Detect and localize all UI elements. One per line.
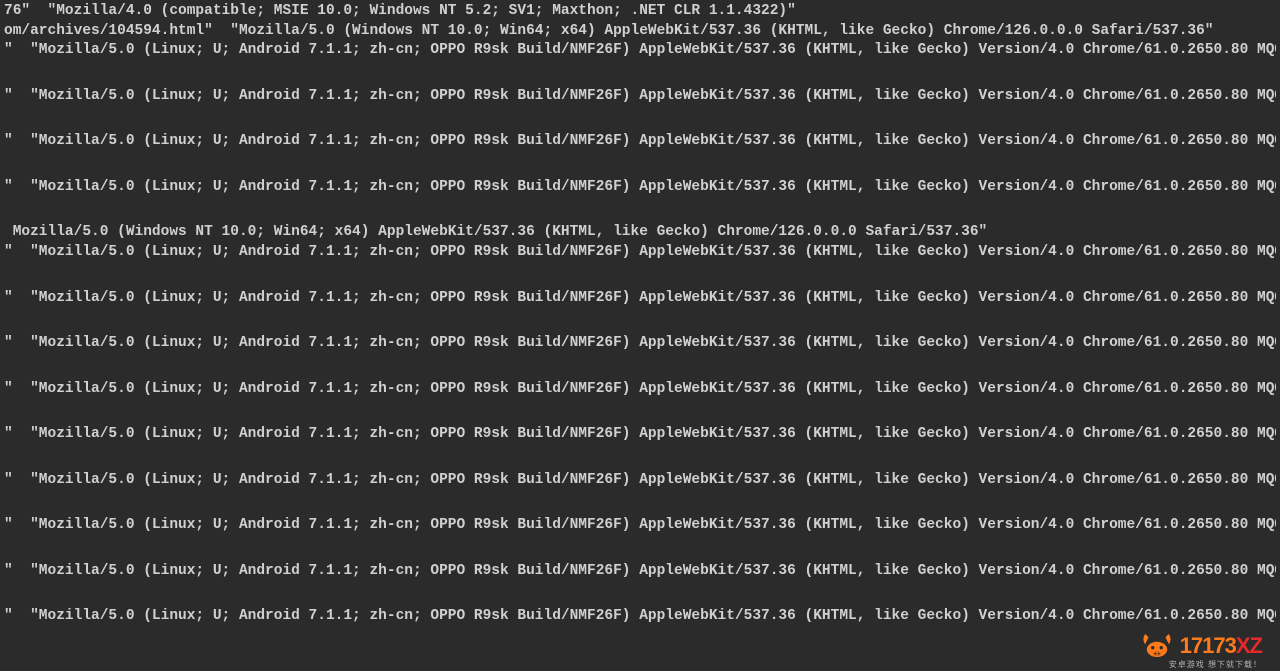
watermark-brand-a: 17173 [1180,633,1236,658]
log-line [4,106,1276,132]
log-line: Mozilla/5.0 (Windows NT 10.0; Win64; x64… [4,223,1276,243]
log-line: om/archives/104594.html" "Mozilla/5.0 (W… [4,22,1276,42]
log-line: " "Mozilla/5.0 (Linux; U; Android 7.1.1;… [4,334,1276,354]
log-line [4,308,1276,334]
log-line: " "Mozilla/5.0 (Linux; U; Android 7.1.1;… [4,425,1276,445]
log-line: " "Mozilla/5.0 (Linux; U; Android 7.1.1;… [4,178,1276,198]
log-line: " "Mozilla/5.0 (Linux; U; Android 7.1.1;… [4,471,1276,491]
watermark-subtitle: 安卓游戏 想下就下载！ [1169,660,1262,671]
log-line [4,581,1276,607]
log-line [4,263,1276,289]
log-line [4,152,1276,178]
log-line: " "Mozilla/5.0 (Linux; U; Android 7.1.1;… [4,562,1276,582]
log-line [4,536,1276,562]
log-line: " "Mozilla/5.0 (Linux; U; Android 7.1.1;… [4,132,1276,152]
log-line: 76" "Mozilla/4.0 (compatible; MSIE 10.0;… [4,2,1276,22]
watermark-text: 17173XZ [1180,631,1262,661]
log-line: " "Mozilla/5.0 (Linux; U; Android 7.1.1;… [4,87,1276,107]
watermark-logo: 17173XZ 安卓游戏 想下就下载！ [1140,631,1262,661]
log-line [4,399,1276,425]
bull-icon [1140,632,1174,660]
log-line [4,197,1276,223]
terminal-output[interactable]: 76" "Mozilla/4.0 (compatible; MSIE 10.0;… [0,0,1280,629]
log-line: " "Mozilla/5.0 (Linux; U; Android 7.1.1;… [4,380,1276,400]
watermark-brand-b: XZ [1236,633,1262,658]
log-line: " "Mozilla/5.0 (Linux; U; Android 7.1.1;… [4,243,1276,263]
log-line [4,354,1276,380]
log-line: " "Mozilla/5.0 (Linux; U; Android 7.1.1;… [4,41,1276,61]
log-line [4,490,1276,516]
log-line: " "Mozilla/5.0 (Linux; U; Android 7.1.1;… [4,289,1276,309]
log-line: " "Mozilla/5.0 (Linux; U; Android 7.1.1;… [4,607,1276,627]
log-line [4,61,1276,87]
log-line: " "Mozilla/5.0 (Linux; U; Android 7.1.1;… [4,516,1276,536]
log-line [4,445,1276,471]
